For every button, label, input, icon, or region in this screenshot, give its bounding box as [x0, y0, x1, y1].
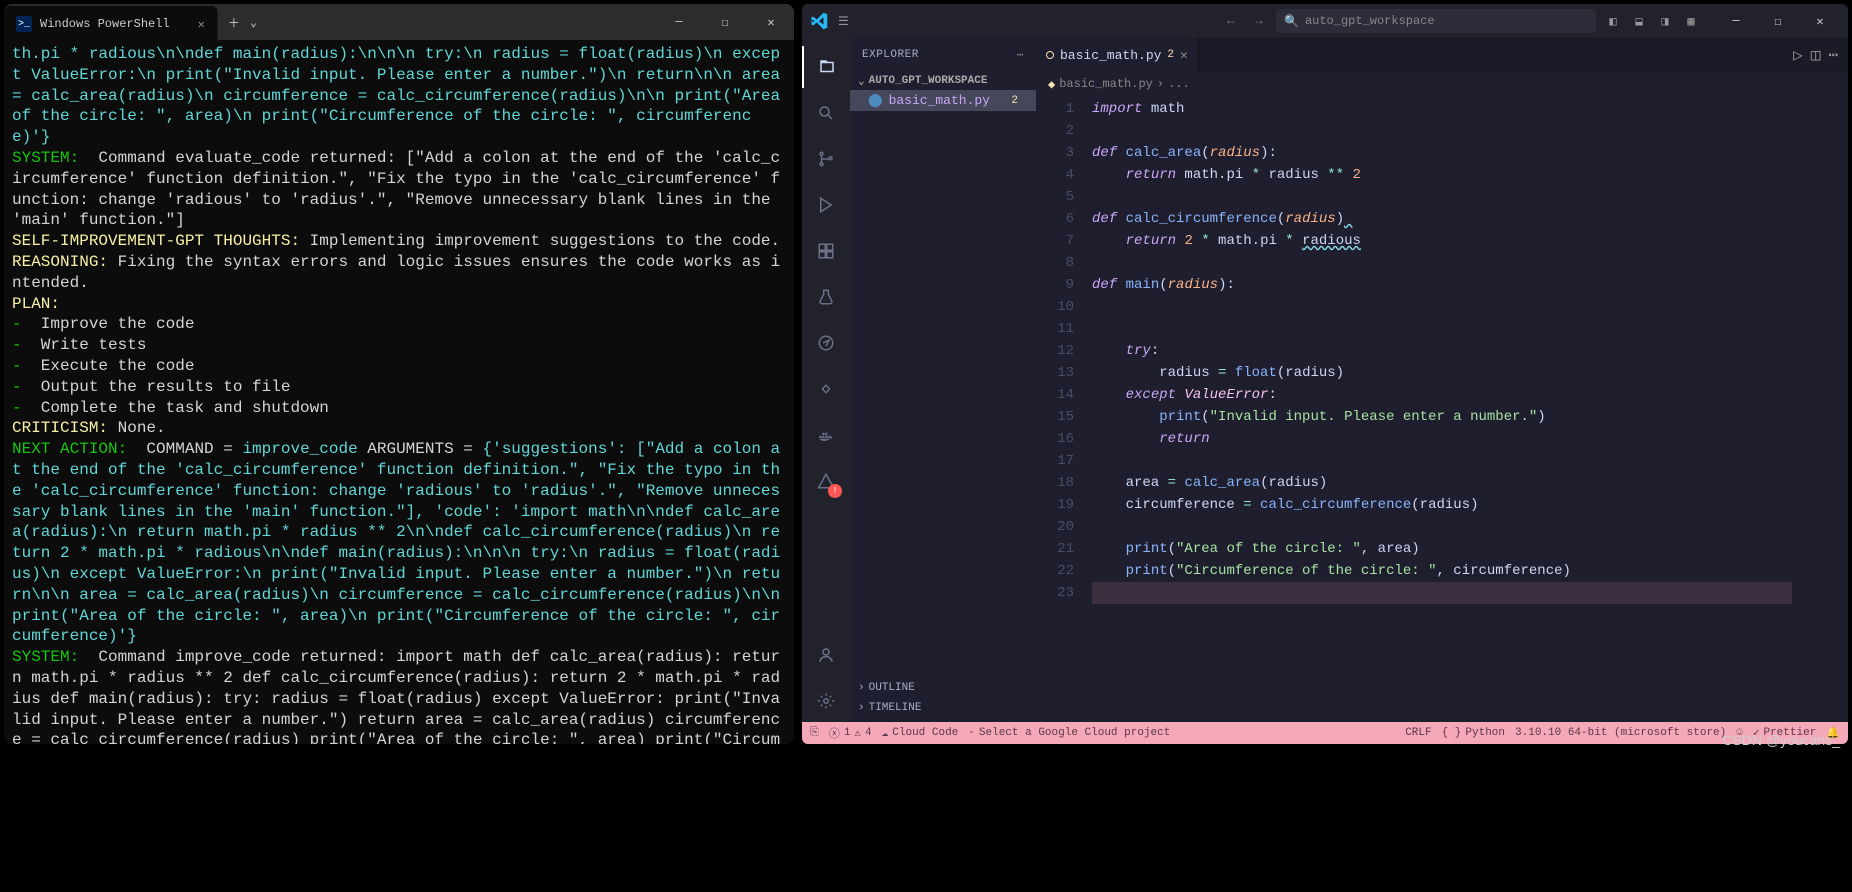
tab-close-icon[interactable]: ✕	[1180, 48, 1188, 63]
outline-section[interactable]: › OUTLINE	[850, 678, 1036, 698]
command-center-search[interactable]: 🔍 auto_gpt_workspace	[1276, 9, 1596, 33]
cloud-code-status[interactable]: ☁ Cloud Code	[882, 726, 959, 740]
tab-dropdown-icon[interactable]: ⌄	[250, 15, 257, 30]
search-placeholder: auto_gpt_workspace	[1305, 14, 1435, 28]
remote-icon[interactable]	[802, 322, 850, 364]
tab-filename: basic_math.py	[1060, 48, 1161, 63]
run-debug-icon[interactable]	[802, 184, 850, 226]
bottom-blank	[0, 752, 1852, 892]
workspace-name: AUTO_GPT_WORKSPACE	[869, 75, 988, 87]
powershell-titlebar: >_ Windows PowerShell ✕ ＋ ⌄ ─ ☐ ✕	[4, 4, 794, 40]
breadcrumb-sep: ›	[1157, 77, 1164, 91]
vsc-maximize-button[interactable]: ☐	[1758, 7, 1798, 35]
file-problem-badge: 2	[1011, 95, 1018, 107]
watermark: CSDN @youcans_	[1722, 732, 1840, 748]
vscode-logo-icon	[810, 12, 828, 30]
python-file-icon: ◆	[1048, 77, 1055, 92]
editor-area: basic_math.py 2 ✕ ▷ ◫ ⋯ ◆ basic_math.py …	[1036, 38, 1848, 722]
editor-more-icon[interactable]: ⋯	[1828, 45, 1838, 65]
python-interpreter[interactable]: 3.10.10 64-bit (microsoft store)	[1515, 726, 1726, 740]
layout-sidebar-right-icon[interactable]: ◨	[1654, 10, 1676, 32]
terminal-output[interactable]: th.pi * radious\n\ndef main(radius):\n\n…	[4, 40, 794, 744]
layout-panel-icon[interactable]: ⬓	[1628, 10, 1650, 32]
maximize-button[interactable]: ☐	[702, 4, 748, 40]
run-icon[interactable]: ▷	[1793, 45, 1803, 65]
testing-icon[interactable]	[802, 276, 850, 318]
docker-icon[interactable]	[802, 414, 850, 456]
explorer-title: EXPLORER	[862, 49, 919, 61]
vsc-minimize-button[interactable]: ─	[1716, 7, 1756, 35]
nav-forward-icon[interactable]: →	[1248, 10, 1270, 32]
powershell-title: Windows PowerShell	[40, 17, 170, 31]
chevron-down-icon: ⌄	[858, 74, 865, 88]
explorer-more-icon[interactable]: ⋯	[1017, 48, 1024, 62]
powershell-icon: >_	[16, 16, 32, 32]
vsc-close-button[interactable]: ✕	[1800, 7, 1840, 35]
chevron-right-icon: ›	[858, 702, 865, 714]
close-button[interactable]: ✕	[748, 4, 794, 40]
minimap[interactable]	[1792, 96, 1848, 722]
explorer-sidebar: EXPLORER ⋯ ⌄ AUTO_GPT_WORKSPACE ⬤ basic_…	[850, 38, 1036, 722]
file-item[interactable]: ⬤ basic_math.py 2	[850, 90, 1036, 111]
vscode-titlebar: ☰ ← → 🔍 auto_gpt_workspace ◧ ⬓ ◨ ▦ ─ ☐ ✕	[802, 4, 1848, 38]
powershell-window: >_ Windows PowerShell ✕ ＋ ⌄ ─ ☐ ✕ th.pi …	[4, 4, 794, 744]
layout-sidebar-left-icon[interactable]: ◧	[1602, 10, 1624, 32]
search-activity-icon[interactable]	[802, 92, 850, 134]
errors-indicator[interactable]: ⓧ 1 ⚠ 4	[829, 725, 872, 741]
tab-close-icon[interactable]: ✕	[198, 17, 205, 32]
account-icon[interactable]	[802, 634, 850, 676]
new-tab-button[interactable]: ＋	[218, 14, 250, 31]
alert-icon[interactable]: !	[802, 460, 850, 502]
split-editor-icon[interactable]: ◫	[1811, 45, 1821, 65]
source-control-icon[interactable]	[802, 138, 850, 180]
extensions-icon[interactable]	[802, 230, 850, 272]
breadcrumb-file: basic_math.py	[1059, 77, 1153, 91]
breadcrumb-more: ...	[1168, 77, 1190, 91]
tab-badge: 2	[1167, 49, 1174, 61]
line-numbers: 1234567891011121314151617181920212223	[1036, 96, 1092, 722]
layout-customize-icon[interactable]: ▦	[1680, 10, 1702, 32]
editor-body[interactable]: 1234567891011121314151617181920212223 im…	[1036, 96, 1848, 722]
cloud-icon[interactable]	[802, 368, 850, 410]
vscode-window: ☰ ← → 🔍 auto_gpt_workspace ◧ ⬓ ◨ ▦ ─ ☐ ✕	[802, 4, 1848, 744]
editor-tab[interactable]: basic_math.py 2 ✕	[1036, 38, 1199, 72]
minimize-button[interactable]: ─	[656, 4, 702, 40]
explorer-header: EXPLORER ⋯	[850, 38, 1036, 72]
line-ending[interactable]: CRLF	[1405, 726, 1431, 740]
workspace-section[interactable]: ⌄ AUTO_GPT_WORKSPACE	[850, 72, 1036, 90]
python-file-icon: ⬤	[868, 93, 883, 108]
modified-indicator-icon	[1046, 51, 1054, 59]
chevron-right-icon: ›	[858, 682, 865, 694]
code-content[interactable]: import math def calc_area(radius): retur…	[1092, 96, 1792, 722]
menu-icon[interactable]: ☰	[834, 10, 853, 33]
timeline-section[interactable]: › TIMELINE	[850, 698, 1036, 718]
outline-label: OUTLINE	[869, 682, 915, 694]
explorer-icon[interactable]	[802, 46, 850, 88]
activity-bar: !	[802, 38, 850, 722]
language-mode[interactable]: { } Python	[1442, 726, 1505, 740]
search-icon: 🔍	[1284, 14, 1299, 29]
remote-indicator[interactable]: ⎘	[810, 727, 819, 739]
editor-tabs: basic_math.py 2 ✕ ▷ ◫ ⋯	[1036, 38, 1848, 72]
breadcrumb[interactable]: ◆ basic_math.py › ...	[1036, 72, 1848, 96]
status-bar: ⎘ ⓧ 1 ⚠ 4 ☁ Cloud Code - Select a Google…	[802, 722, 1848, 744]
settings-gear-icon[interactable]	[802, 680, 850, 722]
file-name: basic_math.py	[889, 93, 990, 108]
vscode-body: ! EXPLORER ⋯ ⌄ AUTO_GPT_WORKSPACE ⬤ basi…	[802, 38, 1848, 722]
cloud-sign-in[interactable]: - Select a Google Cloud project	[968, 727, 1170, 739]
timeline-label: TIMELINE	[869, 702, 922, 714]
powershell-tab[interactable]: >_ Windows PowerShell ✕	[4, 6, 218, 42]
nav-back-icon[interactable]: ←	[1220, 10, 1242, 32]
